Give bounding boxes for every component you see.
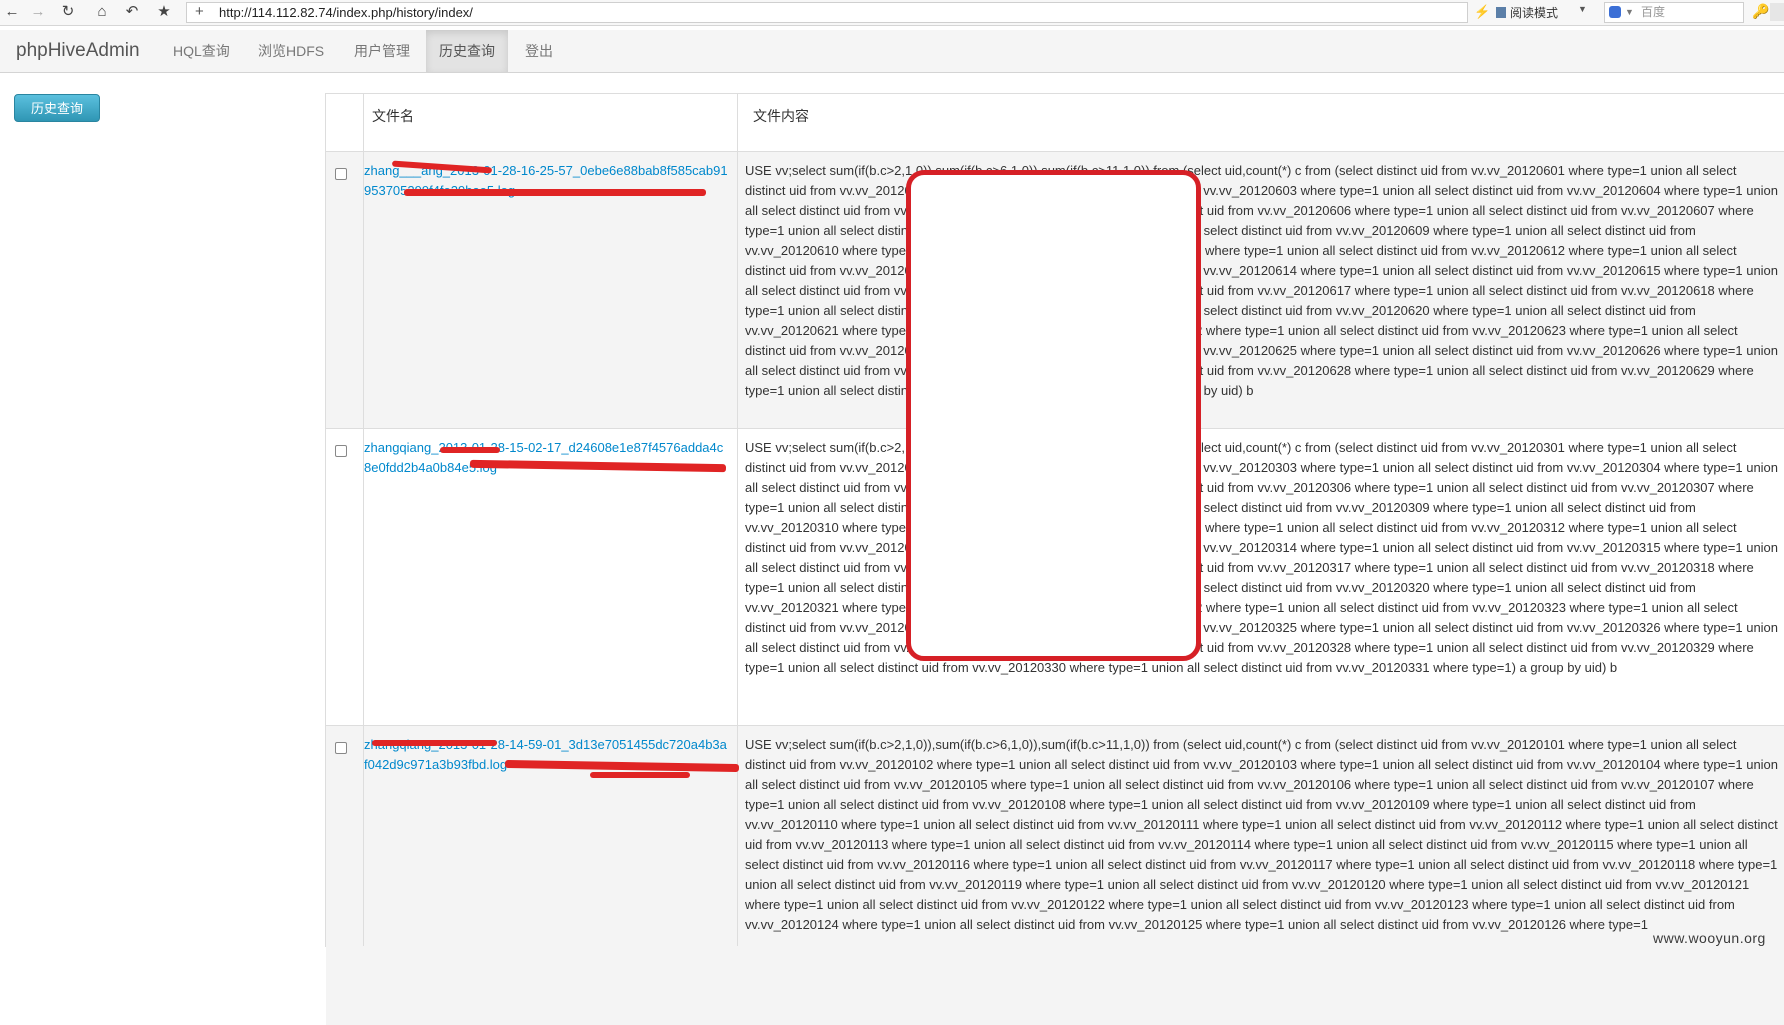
table-row: zhangqiang_2013-01-28-14-59-01_3d13e7051… xyxy=(326,725,1784,1025)
new-tab-icon[interactable]: + xyxy=(195,2,204,21)
nav-history-query[interactable]: 历史查询 xyxy=(426,30,508,72)
file-content: USE vv;select sum(if(b.c>2,1,0)),sum(if(… xyxy=(745,737,1779,932)
forward-icon[interactable]: → xyxy=(28,2,48,22)
key-icon[interactable]: 🔑 xyxy=(1752,3,1769,20)
search-input[interactable]: ▼ 百度 xyxy=(1604,2,1744,23)
browser-toolbar: ← → ↻ ⌂ ↶ ★ + http://114.112.82.74/index… xyxy=(0,0,1784,26)
redaction-mark xyxy=(372,740,497,746)
lightning-icon[interactable]: ⚡ xyxy=(1474,4,1490,20)
chevron-down-icon[interactable]: ▼ xyxy=(1578,4,1587,14)
column-divider xyxy=(737,94,738,946)
nav-hql-query[interactable]: HQL查询 xyxy=(160,30,243,72)
top-navbar: phpHiveAdmin HQL查询 浏览HDFS 用户管理 历史查询 登出 xyxy=(0,30,1784,73)
book-icon xyxy=(1496,7,1506,18)
file-content: USE vv;select sum(if(b.c>2,1,0)),sum(if(… xyxy=(745,440,1779,675)
reader-mode-button[interactable]: 阅读模式 xyxy=(1496,4,1558,21)
redaction-mark xyxy=(440,447,500,453)
redaction-box xyxy=(906,170,1201,661)
row-checkbox[interactable] xyxy=(335,168,347,180)
baidu-paw-icon xyxy=(1609,6,1621,18)
url-text: http://114.112.82.74/index.php/history/i… xyxy=(219,5,473,20)
address-bar[interactable]: + http://114.112.82.74/index.php/history… xyxy=(186,2,1468,23)
refresh-icon[interactable]: ↻ xyxy=(58,2,78,22)
column-divider xyxy=(363,94,364,946)
star-icon[interactable]: ★ xyxy=(154,2,174,22)
nav-user-management[interactable]: 用户管理 xyxy=(341,30,423,72)
back-icon[interactable]: ← xyxy=(2,2,22,22)
redaction-mark xyxy=(404,189,706,196)
file-content: USE vv;select sum(if(b.c>2,1,0)),sum(if(… xyxy=(745,163,1779,398)
brand-logo[interactable]: phpHiveAdmin xyxy=(16,40,140,62)
reader-mode-label: 阅读模式 xyxy=(1510,6,1559,20)
row-checkbox[interactable] xyxy=(335,742,347,754)
watermark-text: www.wooyun.org xyxy=(1653,930,1766,946)
nav-browse-hdfs[interactable]: 浏览HDFS xyxy=(245,30,337,72)
menu-icon[interactable] xyxy=(1770,3,1784,21)
header-file-name: 文件名 xyxy=(364,94,744,152)
file-name-link[interactable]: zhangqiang_2013-01-28-15-02-17_d24608e1e… xyxy=(364,438,729,478)
chevron-down-icon[interactable]: ▼ xyxy=(1625,3,1634,22)
search-placeholder: 百度 xyxy=(1641,5,1666,19)
redaction-mark xyxy=(590,772,690,778)
undo-icon[interactable]: ↶ xyxy=(122,2,142,22)
header-checkbox-cell xyxy=(326,94,364,152)
home-icon[interactable]: ⌂ xyxy=(92,2,112,22)
nav-logout[interactable]: 登出 xyxy=(512,30,566,72)
row-checkbox[interactable] xyxy=(335,445,347,457)
header-file-content: 文件内容 xyxy=(745,94,1784,152)
history-query-button[interactable]: 历史查询 xyxy=(14,94,100,122)
